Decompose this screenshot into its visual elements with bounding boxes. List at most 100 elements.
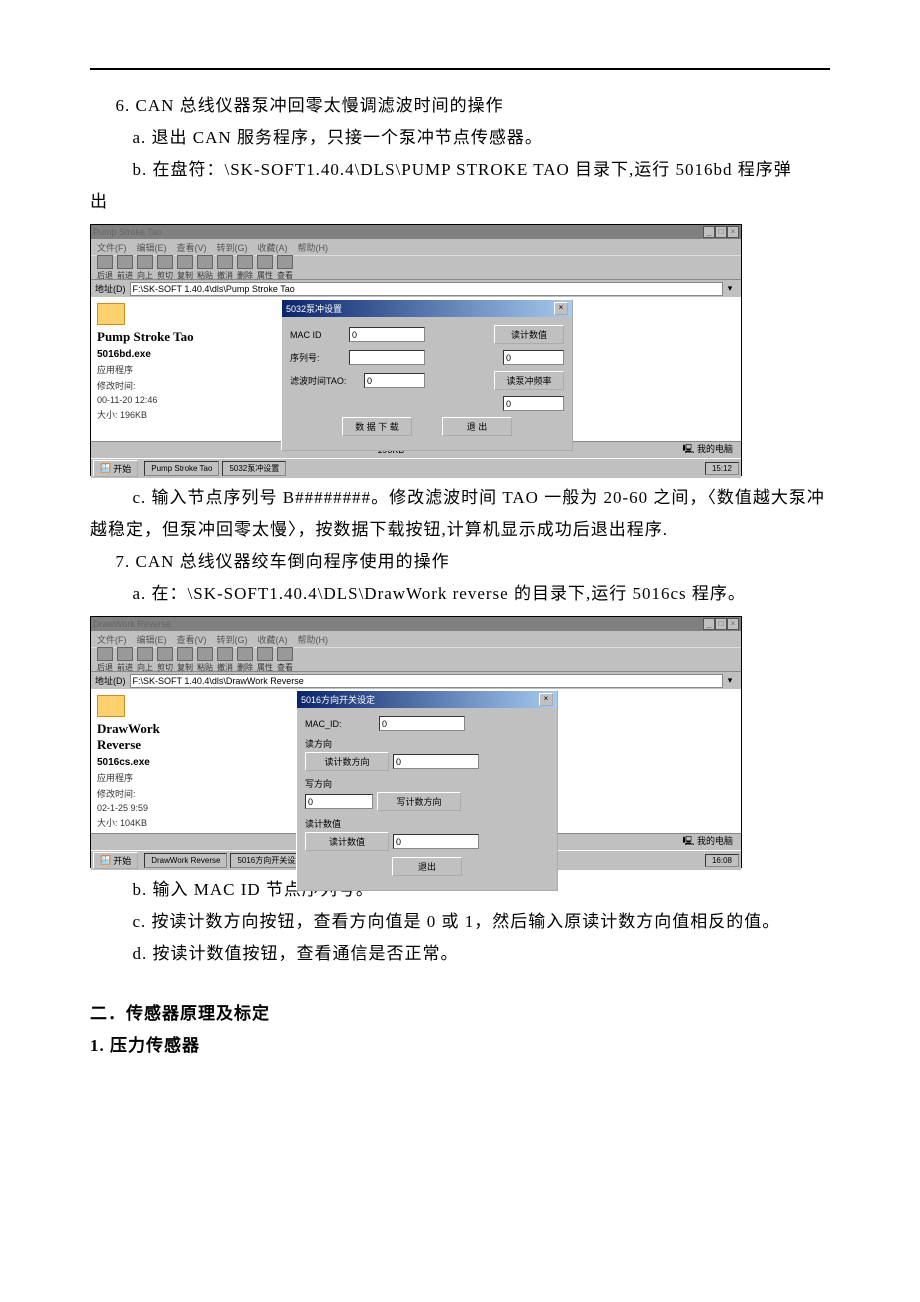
- label-serial: 序列号:: [290, 351, 345, 364]
- pump-dialog: 5032泵冲设置 × MAC ID 读计数值 序列号: 滤波时间TAO: 读泵冲…: [281, 299, 573, 451]
- mod-label: 修改时间:: [97, 789, 136, 799]
- taskbar: 🪟开始 Pump Stroke Tao 5032泵冲设置 15:12: [91, 458, 741, 478]
- tb-delete[interactable]: 删除: [237, 255, 253, 281]
- window-controls: _□×: [703, 618, 739, 630]
- input-macid[interactable]: [379, 716, 465, 731]
- menu-item[interactable]: 查看(V): [177, 633, 207, 646]
- minimize-icon[interactable]: _: [703, 226, 715, 238]
- menubar: 文件(F) 编辑(E) 查看(V) 转到(G) 收藏(A) 帮助(H): [91, 631, 741, 647]
- btn-read-cnt[interactable]: 读计数值: [305, 832, 389, 851]
- status-loc: 🖳 我的电脑: [682, 442, 733, 458]
- tb-undo[interactable]: 撤消: [217, 647, 233, 673]
- file-type: 应用程序: [97, 363, 272, 376]
- addr-label: 地址(D): [95, 282, 126, 295]
- dialog-close-icon[interactable]: ×: [539, 693, 553, 706]
- menu-item[interactable]: 帮助(H): [298, 241, 329, 254]
- size-label: 大小:: [97, 410, 118, 420]
- tb-prop[interactable]: 属性: [257, 647, 273, 673]
- dialog-titlebar: 5016方向开关设定 ×: [297, 691, 557, 708]
- drawwork-dialog: 5016方向开关设定 × MAC_ID: 读方向 读计数方向 写方向 写计数方向…: [296, 690, 558, 891]
- output-read-dir: [393, 754, 479, 769]
- addressbar: 地址(D) ▾: [91, 671, 741, 689]
- menu-item[interactable]: 帮助(H): [298, 633, 329, 646]
- size-value: 196KB: [120, 410, 147, 420]
- input-write-dir[interactable]: [305, 794, 373, 809]
- toolbar: 后退 前进 向上 剪切 复制 粘贴 撤消 删除 属性 查看: [91, 647, 741, 671]
- dialog-title: 5016方向开关设定: [301, 693, 375, 706]
- close-icon[interactable]: ×: [727, 618, 739, 630]
- info-pane: Pump Stroke Tao 5016bd.exe 应用程序 修改时间: 00…: [91, 297, 278, 441]
- menu-item[interactable]: 文件(F): [97, 633, 127, 646]
- input-tao[interactable]: [364, 373, 425, 388]
- task-item[interactable]: DrawWork Reverse: [144, 853, 227, 868]
- tb-undo[interactable]: 撤消: [217, 255, 233, 281]
- label-tao: 滤波时间TAO:: [290, 374, 360, 387]
- toolbar: 后退 前进 向上 剪切 复制 粘贴 撤消 删除 属性 查看: [91, 255, 741, 279]
- item7-c: c. 按读计数方向按钮，查看方向值是 0 或 1，然后输入原读计数方向值相反的值…: [90, 906, 830, 938]
- dropdown-icon[interactable]: ▾: [723, 675, 737, 686]
- tb-paste[interactable]: 粘贴: [197, 647, 213, 673]
- item6-b-end: 出: [90, 186, 830, 218]
- addr-input[interactable]: [130, 282, 724, 296]
- close-icon[interactable]: ×: [727, 226, 739, 238]
- btn-exit[interactable]: 退 出: [442, 417, 512, 436]
- file-type: 应用程序: [97, 771, 272, 784]
- menu-item[interactable]: 收藏(A): [258, 633, 288, 646]
- start-button[interactable]: 🪟开始: [93, 852, 138, 869]
- start-button[interactable]: 🪟开始: [93, 460, 138, 477]
- menu-item[interactable]: 转到(G): [217, 633, 248, 646]
- tb-cut[interactable]: 剪切: [157, 255, 173, 281]
- btn-download[interactable]: 数 据 下 载: [342, 417, 412, 436]
- maximize-icon[interactable]: □: [715, 618, 727, 630]
- tb-back[interactable]: 后退: [97, 647, 113, 673]
- tb-copy[interactable]: 复制: [177, 255, 193, 281]
- tb-prop[interactable]: 属性: [257, 255, 273, 281]
- tb-copy[interactable]: 复制: [177, 647, 193, 673]
- tb-up[interactable]: 向上: [137, 255, 153, 281]
- tb-cut[interactable]: 剪切: [157, 647, 173, 673]
- status-loc: 🖳 我的电脑: [682, 834, 733, 850]
- task-item[interactable]: 5032泵冲设置: [222, 461, 286, 476]
- tb-fwd[interactable]: 前进: [117, 255, 133, 281]
- label-macid: MAC ID: [290, 330, 345, 340]
- window-title: Pump Stroke Tao: [93, 227, 162, 237]
- btn-read-count[interactable]: 读计数值: [494, 325, 564, 344]
- tb-up[interactable]: 向上: [137, 647, 153, 673]
- dropdown-icon[interactable]: ▾: [723, 283, 737, 294]
- output-read-cnt: [393, 834, 479, 849]
- tb-paste[interactable]: 粘贴: [197, 255, 213, 281]
- input-macid[interactable]: [349, 327, 425, 342]
- size-label: 大小:: [97, 818, 118, 828]
- addr-input[interactable]: [130, 674, 724, 688]
- minimize-icon[interactable]: _: [703, 618, 715, 630]
- window-title: DrawWork Reverse: [93, 619, 171, 629]
- dialog-close-icon[interactable]: ×: [554, 302, 568, 315]
- mod-value: 02-1-25 9:59: [97, 803, 272, 813]
- maximize-icon[interactable]: □: [715, 226, 727, 238]
- mod-label: 修改时间:: [97, 381, 136, 391]
- menu-item[interactable]: 转到(G): [217, 241, 248, 254]
- tb-view[interactable]: 查看: [277, 647, 293, 673]
- tb-back[interactable]: 后退: [97, 255, 113, 281]
- btn-exit[interactable]: 退出: [392, 857, 462, 876]
- btn-read-rate[interactable]: 读泵冲频率: [494, 371, 564, 390]
- menu-item[interactable]: 收藏(A): [258, 241, 288, 254]
- input-serial[interactable]: [349, 350, 425, 365]
- btn-write-dir[interactable]: 写计数方向: [377, 792, 461, 811]
- label-readdir: 读方向: [305, 737, 549, 750]
- menu-item[interactable]: 查看(V): [177, 241, 207, 254]
- system-tray: 16:08: [705, 854, 739, 867]
- task-item[interactable]: Pump Stroke Tao: [144, 461, 219, 476]
- menu-item[interactable]: 编辑(E): [137, 241, 167, 254]
- label-macid: MAC_ID:: [305, 719, 375, 729]
- menu-item[interactable]: 文件(F): [97, 241, 127, 254]
- file-name: 5016bd.exe: [97, 349, 272, 360]
- tb-delete[interactable]: 删除: [237, 647, 253, 673]
- tb-fwd[interactable]: 前进: [117, 647, 133, 673]
- file-name: 5016cs.exe: [97, 757, 272, 768]
- item7-d: d. 按读计数值按钮，查看通信是否正常。: [90, 938, 830, 970]
- tb-view[interactable]: 查看: [277, 255, 293, 281]
- btn-read-dir[interactable]: 读计数方向: [305, 752, 389, 771]
- dialog-titlebar: 5032泵冲设置 ×: [282, 300, 572, 317]
- menu-item[interactable]: 编辑(E): [137, 633, 167, 646]
